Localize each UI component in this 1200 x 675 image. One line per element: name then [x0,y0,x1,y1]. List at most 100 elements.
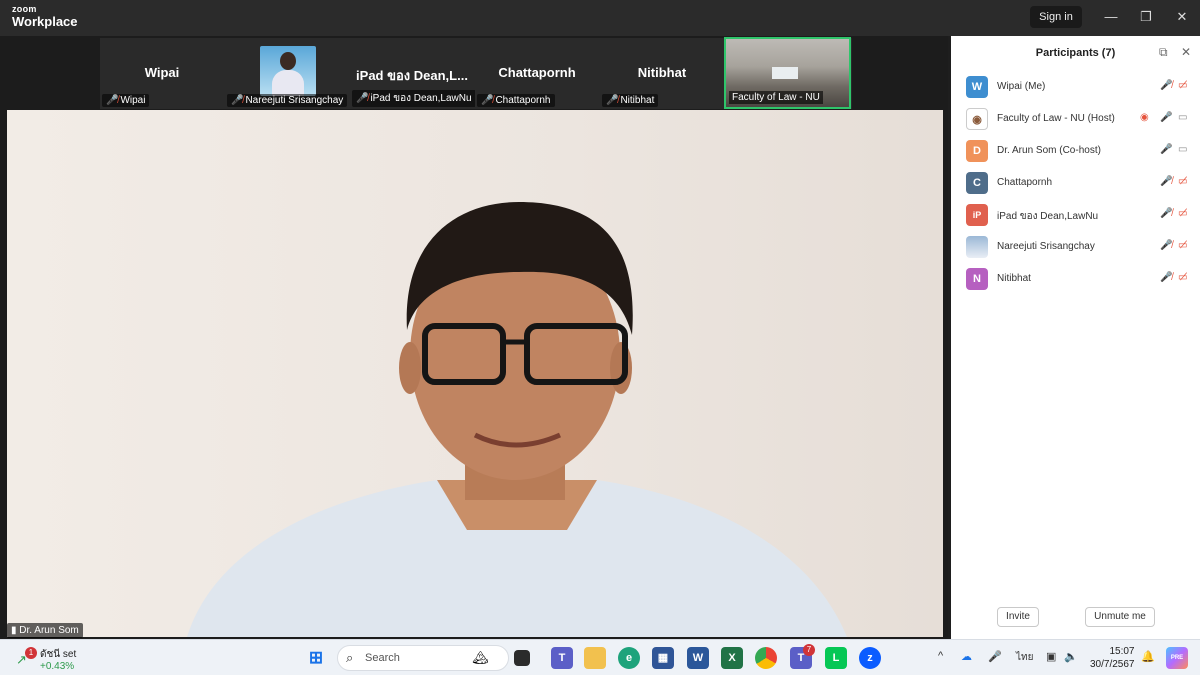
thumbnail-nitibhat[interactable]: Nitibhat 🎤̸ Nitibhat [600,38,724,109]
time: 15:07 [1109,646,1135,657]
sign-in-button[interactable]: Sign in [1030,6,1082,28]
thumbnail-label: 🎤̸ Wipai [102,94,150,107]
line-app-icon[interactable]: L [825,647,847,669]
mic-muted-icon[interactable]: 🎤̸ [1160,208,1172,219]
microsoft-store-icon[interactable]: ▦ [652,647,674,669]
mic-icon[interactable]: 🎤 [1160,112,1172,123]
profile-photo-avatar [966,236,988,258]
mic-icon[interactable]: 🎤 [1160,144,1172,155]
thumbnail-name: Nitibhat [637,65,687,80]
thumbnail-name: Chattapornh [498,65,576,80]
thumbnail-label: 🎤̸ iPad ของ Dean,LawNu [352,90,476,107]
zoom-app-icon[interactable]: z [859,647,881,669]
onedrive-icon[interactable]: ☁ [961,650,972,663]
participant-name: iPad ของ Dean,LawNu [997,211,1099,222]
video-off-icon[interactable]: ▭̸ [1178,176,1187,187]
taskbar: ↗ 1 ดัชนี set +0.43% ⊞ ⌕ Search 🏔 T e ▦ … [0,639,1200,675]
teams-badge: 7 [803,644,815,656]
participant-name: Nitibhat [997,273,1031,284]
thumbnail-name: Wipai [144,65,180,80]
thumbnail-chattapornh[interactable]: Chattapornh 🎤̸ Chattapornh [475,38,599,109]
participant-name: Wipai (Me) [997,81,1046,92]
invite-button[interactable]: Invite [997,607,1039,627]
participant-row[interactable]: C Chattapornh 🎤̸ ▭̸ [966,172,1190,196]
avatar: iP [966,204,988,226]
mic-muted-icon: 🎤̸ [106,95,119,106]
brand-large: Workplace [12,14,78,29]
word-icon[interactable]: W [687,647,709,669]
task-view-icon[interactable] [514,650,530,666]
clock[interactable]: 15:07 30/7/2567 [1090,645,1135,671]
title-bar: zoom Workplace Sign in — ❐ ✕ [0,0,1200,36]
thumbnail-label: 🎤̸ Chattapornh [477,94,555,107]
mic-muted-icon[interactable]: 🎤̸ [1160,272,1172,283]
speaker-video-frame [187,202,847,637]
stock-name: ดัชนี set [40,649,77,660]
language-indicator[interactable]: ไทย [1016,650,1033,665]
unmute-me-button[interactable]: Unmute me [1085,607,1155,627]
microphone-icon[interactable]: 🎤 [988,650,1002,663]
widget-badge: 1 [25,647,37,659]
participant-row[interactable]: iP iPad ของ Dean,LawNu 🎤̸ ▭̸ [966,204,1190,228]
video-off-icon[interactable]: ▭̸ [1178,240,1187,251]
windows-start-icon[interactable]: ⊞ [305,647,327,669]
projector-screen [772,67,798,79]
stock-change: +0.43% [40,661,75,672]
recording-icon: ◉ [1140,112,1149,123]
network-icon[interactable]: ▣ [1046,650,1056,663]
participant-name: Chattapornh [997,177,1053,188]
mic-muted-icon[interactable]: 🎤̸ [1160,240,1172,251]
teams-chat-icon[interactable]: T [551,647,573,669]
mic-muted-icon: 🎤̸ [481,95,494,106]
speaker-name-label: ▮ Dr. Arun Som [7,623,83,638]
mic-muted-icon[interactable]: 🎤̸ [1160,176,1172,187]
university-logo-avatar: ◉ [966,108,988,130]
participant-row[interactable]: W Wipai (Me) 🎤̸ ▭̸ [966,76,1190,100]
profile-photo [260,46,316,96]
thumbnail-label: 🎤̸ Nareejuti Srisangchay [227,94,348,107]
close-window-icon[interactable]: ✕ [1167,6,1197,28]
zoom-workplace-logo: zoom Workplace [12,4,78,29]
video-off-icon[interactable]: ▭̸ [1178,272,1187,283]
volume-icon[interactable]: 🔈 [1064,650,1078,663]
participant-row[interactable]: ◉ Faculty of Law - NU (Host) ◉ 🎤 ▭ [966,108,1190,132]
avatar: N [966,268,988,290]
copilot-icon[interactable]: PRE [1166,647,1188,669]
file-explorer-icon[interactable] [584,647,606,669]
close-panel-icon[interactable]: ✕ [1181,45,1191,59]
excel-icon[interactable]: X [721,647,743,669]
participant-row[interactable]: D Dr. Arun Som (Co-host) 🎤 ▭ [966,140,1190,164]
video-off-icon[interactable]: ▭̸ [1178,208,1187,219]
mic-muted-icon: 🎤̸ [606,95,619,106]
thumbnail-nareejuti[interactable]: 🎤̸ Nareejuti Srisangchay [225,38,349,109]
video-off-icon[interactable]: ▭̸ [1178,80,1187,91]
minimize-icon[interactable]: — [1096,6,1126,28]
avatar: C [966,172,988,194]
show-hidden-icons[interactable]: ^ [938,650,943,662]
taskbar-search[interactable]: ⌕ Search 🏔 [337,645,509,671]
avatar: W [966,76,988,98]
edge-browser-icon[interactable]: e [618,647,640,669]
participant-row[interactable]: N Nitibhat 🎤̸ ▭̸ [966,268,1190,292]
main-speaker-video[interactable] [7,110,943,637]
thumbnail-name: iPad ของ Dean,L... [356,68,468,83]
thumbnail-label: Faculty of Law - NU [729,91,823,104]
thumbnail-wipai[interactable]: Wipai 🎤̸ Wipai [100,38,224,109]
chrome-icon[interactable] [755,647,777,669]
mic-muted-icon: 🎤̸ [231,95,244,106]
participant-name: Dr. Arun Som (Co-host) [997,145,1101,156]
video-icon[interactable]: ▭ [1178,112,1187,123]
participant-row[interactable]: Nareejuti Srisangchay 🎤̸ ▭̸ [966,236,1190,260]
restore-icon[interactable]: ❐ [1131,6,1161,28]
participants-panel: Participants (7) ⧉ ✕ W Wipai (Me) 🎤̸ ▭̸ … [951,36,1200,639]
notification-bell-icon[interactable]: 🔔 [1141,650,1155,663]
video-icon[interactable]: ▭ [1178,144,1187,155]
thumbnail-label: 🎤̸ Nitibhat [602,94,659,107]
mic-muted-icon[interactable]: 🎤̸ [1160,80,1172,91]
participant-name: Nareejuti Srisangchay [997,241,1095,252]
pop-out-icon[interactable]: ⧉ [1159,45,1168,60]
thumbnail-faculty-of-law[interactable]: Faculty of Law - NU [724,37,851,109]
brand-small: zoom [12,4,37,14]
thumbnail-ipad-dean[interactable]: iPad ของ Dean,L... 🎤̸ iPad ของ Dean,LawNu [350,38,476,109]
participant-name: Faculty of Law - NU (Host) [997,113,1115,124]
